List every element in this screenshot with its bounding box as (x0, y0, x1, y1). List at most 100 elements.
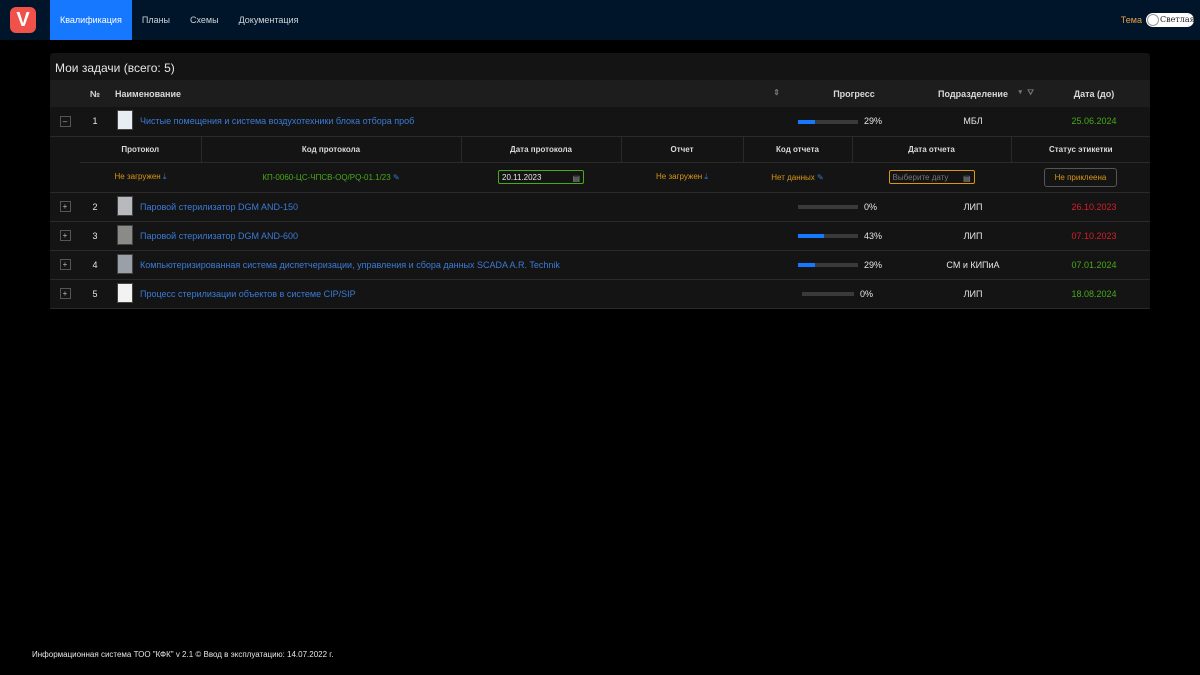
protocol-status-cell: Не загружен ⤓ (80, 163, 201, 192)
row-num: 3 (92, 230, 98, 241)
task-thumbnail (117, 224, 133, 245)
expanded-row: Протокол Код протокола Дата протокола От… (50, 136, 1150, 193)
progress-bar (798, 119, 858, 124)
filter-icon[interactable]: ⛛ (1027, 88, 1034, 98)
col-division: Подразделение (938, 88, 1008, 99)
table-row[interactable]: + 4 Компьютеризированная система диспетч… (50, 250, 1150, 279)
expand-icon[interactable]: + (59, 201, 71, 212)
task-division: ЛИП (963, 201, 983, 212)
card-title: Мои задачи (всего: 5) (55, 61, 175, 75)
col-division-cell: Подразделение ▾ ⛛ (908, 80, 1038, 107)
progress-percent: 29% (864, 259, 883, 270)
expand-icon[interactable]: + (59, 230, 71, 241)
report-code-cell: Нет данных ✎ (743, 163, 852, 192)
row-num: 4 (92, 259, 98, 270)
col-report: Отчет (621, 136, 744, 163)
task-due-date: 26.10.2023 (1071, 201, 1117, 212)
col-protocol-date: Дата протокола (461, 136, 622, 163)
table-row[interactable]: + 2 Паровой стерилизатор DGM AND-150 0% … (50, 192, 1150, 221)
report-date-input[interactable]: Выберите дату ▤ (888, 170, 975, 185)
nav-item-plans[interactable]: Планы (132, 0, 180, 40)
task-name-link[interactable]: Процесс стерилизации объектов в системе … (140, 279, 780, 308)
edit-icon[interactable]: ✎ (817, 173, 824, 182)
col-date: Дата (до) (1073, 88, 1115, 99)
expand-icon[interactable]: + (59, 259, 71, 270)
progress-percent: 29% (864, 116, 883, 127)
protocol-code-cell: КП-0060-ЦС-ЧПСВ-OQ/PQ-01.1/23 ✎ (201, 163, 461, 192)
nav-item-schemes[interactable]: Схемы (180, 0, 229, 40)
task-name-link[interactable]: Компьютеризированная система диспетчериз… (140, 250, 780, 279)
table-row[interactable]: + 5 Процесс стерилизации объектов в сист… (50, 279, 1150, 308)
progress-bar (798, 234, 858, 239)
sort-icon[interactable]: ⇕ (773, 88, 780, 97)
col-name: Наименование (115, 88, 182, 99)
task-thumbnail (117, 110, 133, 131)
theme-label: Тема (1120, 15, 1142, 25)
progress-fill (798, 263, 816, 268)
col-report-date: Дата отчета (852, 136, 1012, 163)
calendar-icon: ▤ (572, 174, 580, 184)
calendar-icon: ▤ (962, 174, 971, 184)
task-name-link[interactable]: Паровой стерилизатор DGM AND-150 (140, 192, 780, 221)
table-row[interactable]: + 3 Паровой стерилизатор DGM AND-600 43%… (50, 221, 1150, 250)
progress-percent: 43% (864, 230, 883, 241)
task-name-link[interactable]: Чистые помещения и система воздухотехник… (140, 107, 780, 136)
theme-toggle-label: Светлая (1160, 15, 1195, 24)
task-thumbnail (117, 195, 133, 216)
subtable-row: Не загружен ⤓ КП-0060-ЦС-ЧПСВ-OQ/PQ-01.1… (80, 163, 1150, 192)
edit-icon[interactable]: ✎ (393, 173, 400, 182)
expand-icon[interactable]: + (59, 288, 71, 299)
task-due-date: 07.10.2023 (1071, 230, 1117, 241)
upload-icon[interactable]: ⤓ (163, 172, 167, 181)
sort-icon[interactable]: ▾ (1018, 88, 1022, 96)
protocol-date-input[interactable]: 20.11.2023 ▤ (498, 170, 584, 185)
top-navbar: V Квалификация Планы Схемы Документация … (0, 0, 1200, 40)
nav-item-qualification[interactable]: Квалификация (50, 0, 132, 40)
progress-bar (798, 263, 858, 268)
progress-fill (798, 234, 824, 239)
label-status-cell: Не приклеена (1011, 163, 1150, 192)
tasks-card: Мои задачи (всего: 5) № Наименование ⇕ П… (50, 53, 1150, 309)
protocol-date-value: 20.11.2023 (502, 173, 542, 183)
col-protocol: Протокол (80, 136, 202, 163)
report-date-placeholder: Выберите дату (892, 173, 949, 183)
row-num: 1 (92, 116, 98, 127)
task-division: ЛИП (963, 230, 983, 241)
collapse-icon[interactable]: – (59, 115, 71, 127)
theme-toggle[interactable]: Светлая (1146, 13, 1195, 27)
report-status-cell: Не загружен ⤓ (621, 163, 743, 192)
progress-fill (798, 119, 816, 124)
upload-icon[interactable]: ⤓ (704, 172, 708, 181)
row-num: 2 (92, 201, 98, 212)
col-name-cell: Наименование ⇕ (110, 80, 780, 107)
subtable-header: Протокол Код протокола Дата протокола От… (80, 136, 1150, 163)
tasks-table: № Наименование ⇕ Прогресс Подразделение … (50, 80, 1150, 309)
toggle-knob (1148, 15, 1158, 25)
col-num: № (89, 88, 101, 99)
main-nav: Квалификация Планы Схемы Документация (50, 0, 308, 40)
protocol-subtable: Протокол Код протокола Дата протокола От… (80, 136, 1150, 192)
col-progress: Прогресс (833, 88, 875, 99)
col-report-code: Код отчета (743, 136, 853, 163)
task-division: СМ и КИПиА (946, 259, 1000, 270)
col-label-status: Статус этикетки (1048, 144, 1113, 154)
label-status-button[interactable]: Не приклеена (1043, 167, 1118, 187)
report-status: Не загружен (656, 172, 703, 182)
table-row[interactable]: – 1 Чистые помещения и система воздухоте… (50, 107, 1150, 136)
protocol-code: КП-0060-ЦС-ЧПСВ-OQ/PQ-01.1/23 (262, 172, 391, 182)
nav-item-documentation[interactable]: Документация (229, 0, 309, 40)
protocol-status: Не загружен (114, 172, 161, 182)
row-num: 5 (92, 288, 98, 299)
table-header: № Наименование ⇕ Прогресс Подразделение … (50, 80, 1150, 107)
progress-bar (802, 292, 854, 297)
footer: Информационная система ТОО "КФК" v 2.1 ©… (32, 650, 334, 659)
app-logo[interactable]: V (10, 7, 36, 33)
progress-bar (798, 205, 858, 210)
task-thumbnail (117, 282, 133, 303)
task-division: ЛИП (963, 288, 983, 299)
task-name-link[interactable]: Паровой стерилизатор DGM AND-600 (140, 221, 780, 250)
task-due-date: 18.08.2024 (1071, 288, 1117, 299)
progress-percent: 0% (860, 288, 874, 299)
col-protocol-code: Код протокола (201, 136, 462, 163)
task-due-date: 25.06.2024 (1071, 116, 1117, 127)
